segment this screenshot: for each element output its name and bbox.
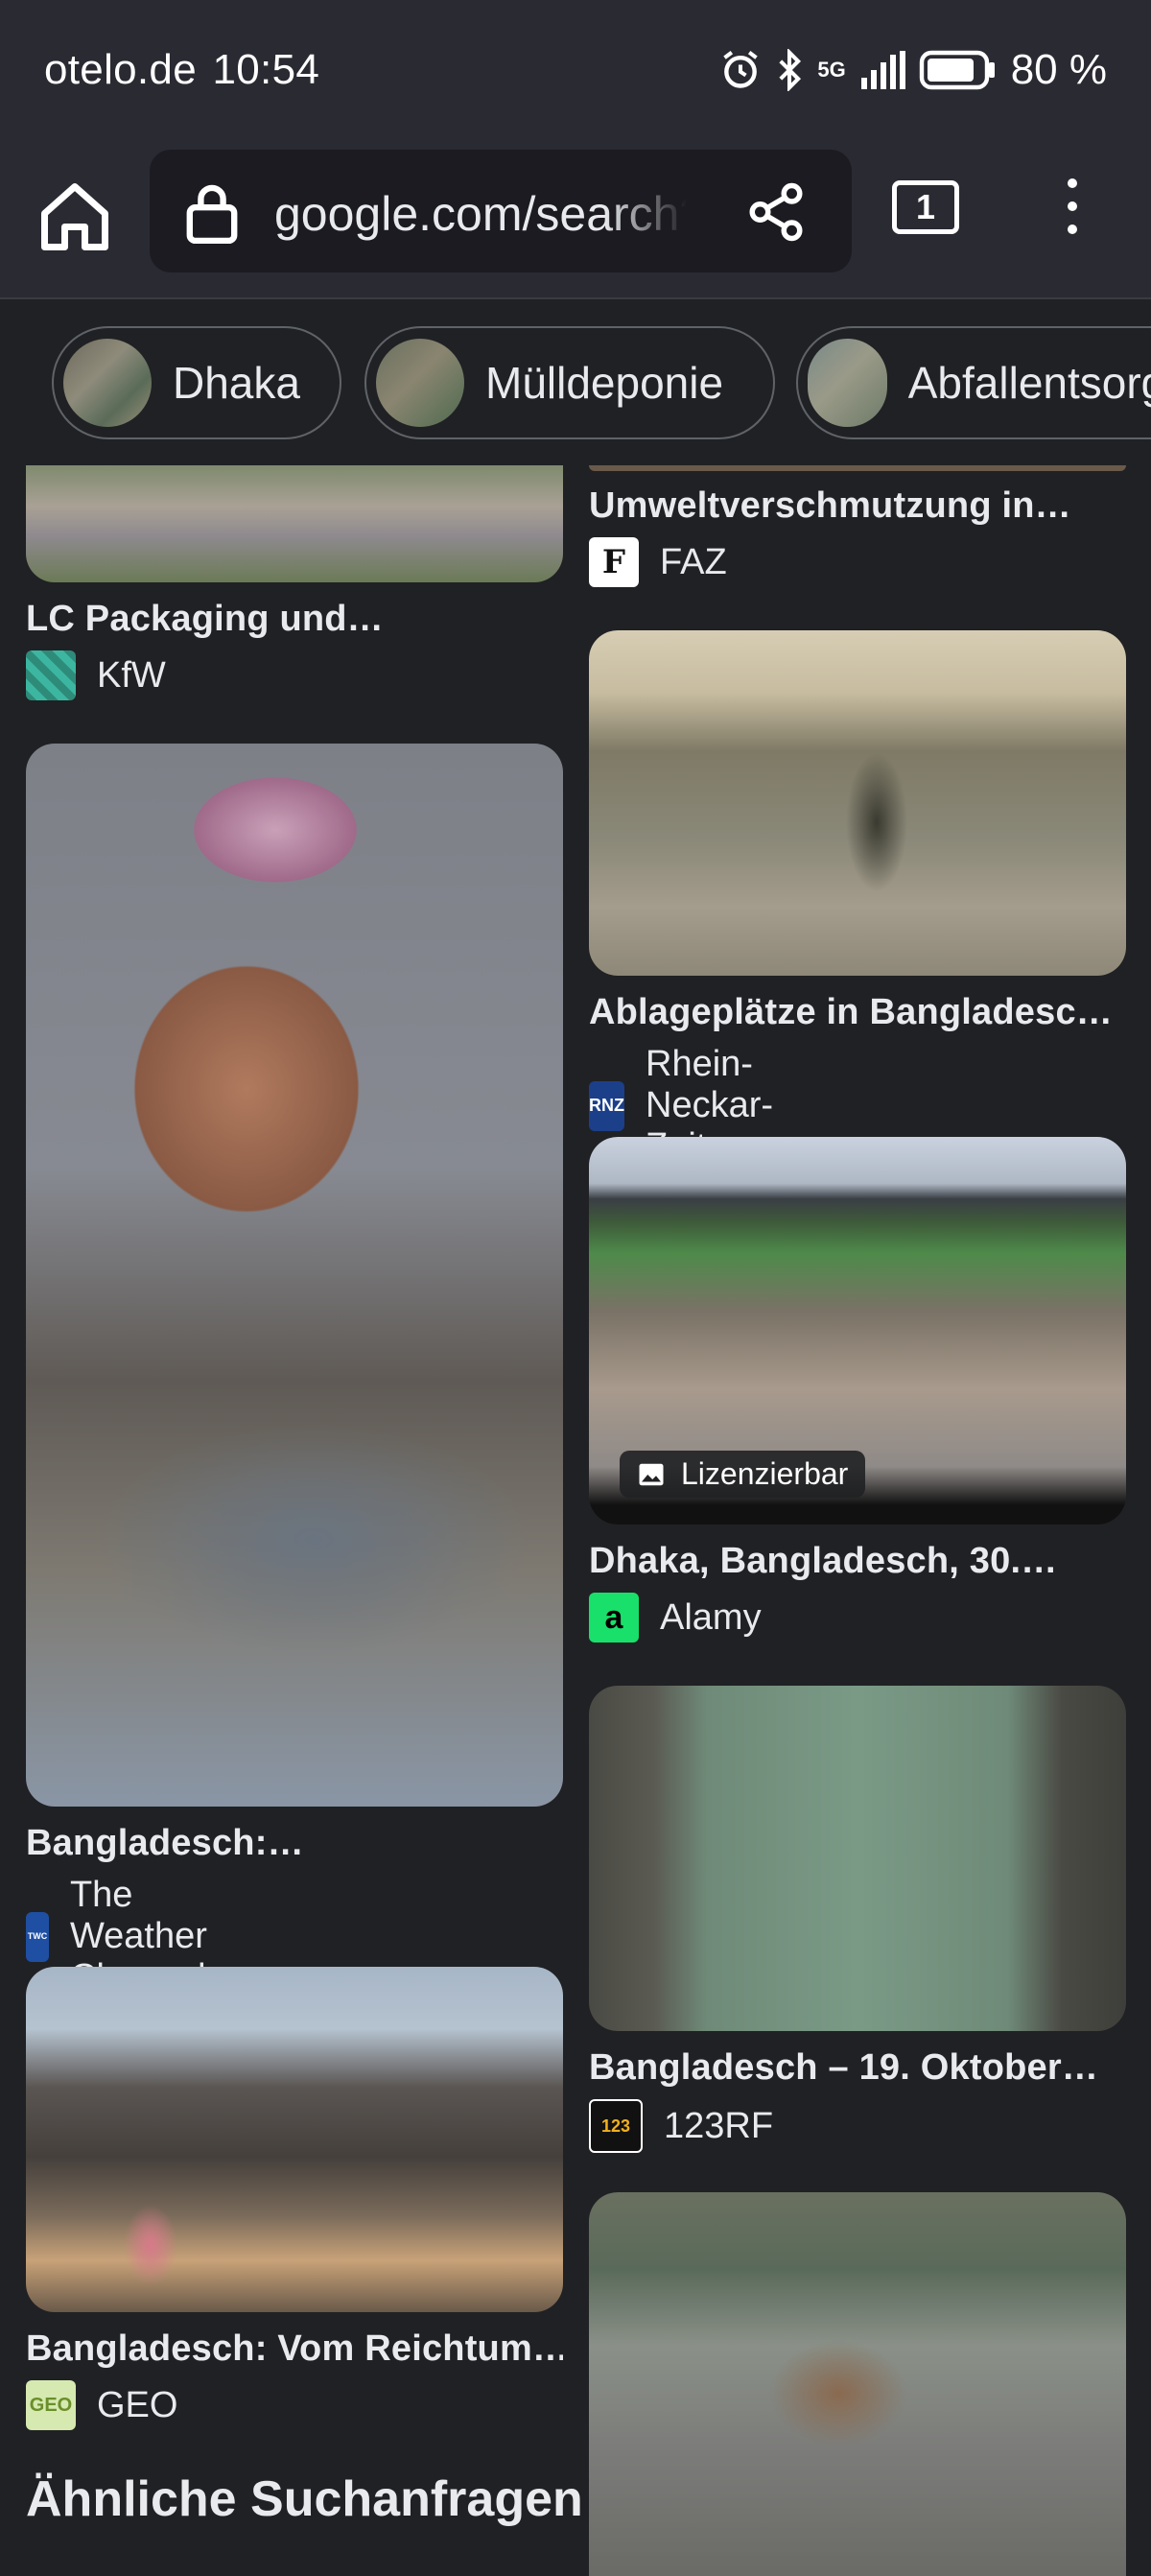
kfw-favicon-icon xyxy=(26,650,76,700)
result-image[interactable] xyxy=(589,465,1126,471)
overflow-menu-icon[interactable] xyxy=(1053,171,1092,248)
battery-percent: 80 % xyxy=(1010,46,1107,93)
status-bar: otelo.de 10:54 5G 80 % xyxy=(0,0,1151,144)
browser-toolbar: google.com/search? 1 xyxy=(0,144,1151,299)
chip-abfallentsorgung[interactable]: Abfallentsorgung xyxy=(796,326,1151,439)
source-label: 123RF xyxy=(664,2105,774,2146)
result-image[interactable] xyxy=(26,744,563,1807)
chip-label: Mülldeponie xyxy=(485,358,724,408)
result-image[interactable] xyxy=(26,465,563,582)
result-source[interactable]: F FAZ xyxy=(589,537,727,587)
address-bar[interactable]: google.com/search? xyxy=(150,150,852,272)
result-caption[interactable]: Bangladesch:… xyxy=(26,1823,563,1864)
result-image[interactable] xyxy=(589,1686,1126,2031)
related-chips-row: Dhaka Mülldeponie Abfallentsorgung xyxy=(0,299,1151,461)
result-image[interactable] xyxy=(589,2192,1126,2576)
chip-label: Abfallentsorgung xyxy=(907,358,1151,408)
result-source[interactable]: 123 123RF xyxy=(589,2099,773,2153)
rnz-favicon-icon: RNZ xyxy=(589,1080,624,1131)
alarm-icon xyxy=(723,51,759,88)
related-searches-heading: Ähnliche Suchanfragen xyxy=(26,2471,583,2527)
status-right: 5G 80 % xyxy=(719,46,1107,94)
carrier-label: otelo.de xyxy=(44,46,197,93)
license-badge-label: Lizenzierbar xyxy=(681,1456,849,1491)
result-source[interactable]: a Alamy xyxy=(589,1593,762,1642)
lock-icon[interactable] xyxy=(184,182,240,244)
alamy-favicon-icon: a xyxy=(589,1593,639,1642)
chip-thumbnail xyxy=(808,339,887,427)
network-type: 5G xyxy=(817,58,846,82)
chip-thumbnail xyxy=(63,339,152,427)
tab-switcher-button[interactable]: 1 xyxy=(892,180,959,234)
source-label: GEO xyxy=(97,2384,178,2425)
url-text[interactable]: google.com/search? xyxy=(274,186,687,242)
faz-favicon-icon: F xyxy=(589,537,639,587)
status-left: otelo.de 10:54 xyxy=(44,46,319,94)
result-image[interactable] xyxy=(26,1967,563,2312)
bluetooth-icon xyxy=(779,49,802,91)
source-label: FAZ xyxy=(660,541,727,582)
result-caption[interactable]: Umweltverschmutzung in… xyxy=(589,485,1126,527)
result-caption[interactable]: Ablageplätze in Bangladesc… xyxy=(589,992,1126,1033)
result-caption[interactable]: Bangladesch: Vom Reichtum… xyxy=(26,2328,563,2370)
image-icon xyxy=(639,1463,664,1485)
result-source[interactable]: GEO GEO xyxy=(26,2380,177,2430)
result-caption[interactable]: Bangladesch – 19. Oktober… xyxy=(589,2047,1126,2089)
result-image[interactable] xyxy=(589,630,1126,976)
chip-dhaka[interactable]: Dhaka xyxy=(52,326,341,439)
chip-thumbnail xyxy=(376,339,464,427)
weather-channel-favicon-icon: TWC xyxy=(26,1911,49,1962)
battery-icon xyxy=(919,50,995,90)
signal-icon xyxy=(860,51,905,89)
result-image[interactable]: Lizenzierbar xyxy=(589,1137,1126,1524)
123rf-favicon-icon: 123 xyxy=(589,2099,643,2153)
result-source[interactable]: KfW xyxy=(26,650,166,700)
source-label: Alamy xyxy=(660,1596,762,1638)
source-label: KfW xyxy=(97,654,166,696)
geo-favicon-icon: GEO xyxy=(26,2380,76,2430)
chip-muelldeponie[interactable]: Mülldeponie xyxy=(364,326,775,439)
home-icon[interactable] xyxy=(35,177,115,257)
license-badge: Lizenzierbar xyxy=(620,1451,866,1498)
chip-label: Dhaka xyxy=(173,358,300,408)
clock: 10:54 xyxy=(212,46,320,93)
share-icon[interactable] xyxy=(744,180,808,244)
result-caption[interactable]: LC Packaging und… xyxy=(26,599,563,640)
result-caption[interactable]: Dhaka, Bangladesch, 30.… xyxy=(589,1541,1126,1582)
